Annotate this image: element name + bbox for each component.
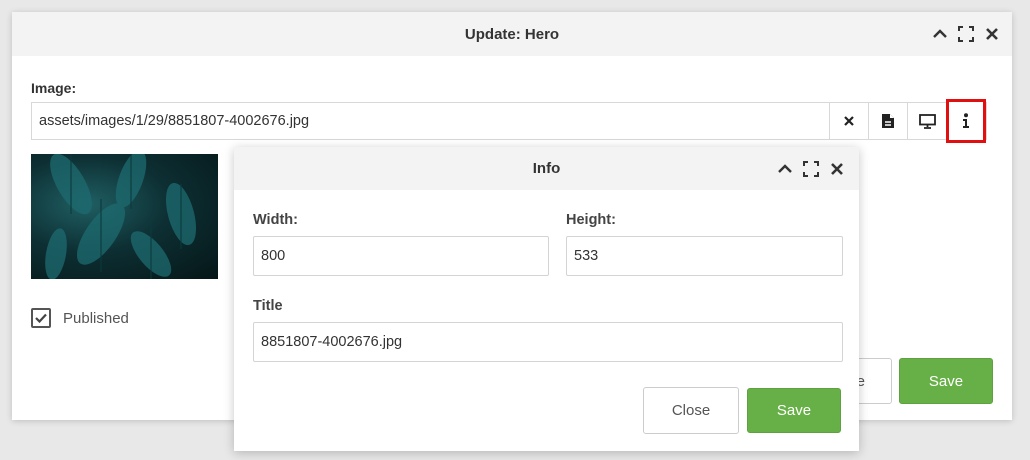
info-button[interactable] [946, 99, 986, 143]
info-save-button-label: Save [776, 402, 812, 419]
close-icon[interactable] [982, 24, 1002, 44]
info-close-button[interactable]: Close [643, 387, 739, 434]
info-icon [963, 113, 969, 128]
clear-image-button[interactable] [829, 103, 868, 139]
height-label: Height: [566, 212, 616, 228]
info-dialog-titlebar: Info [234, 147, 859, 190]
chevron-up-icon[interactable] [930, 24, 950, 44]
save-button[interactable]: Save [899, 358, 993, 404]
info-dialog: Info Width: Height: Title Close Save [234, 147, 859, 451]
width-label: Width: [253, 212, 298, 228]
window-controls [930, 12, 1002, 56]
close-icon[interactable] [827, 159, 847, 179]
published-label: Published [63, 309, 129, 327]
published-toggle[interactable]: Published [31, 308, 129, 328]
width-input[interactable] [253, 236, 549, 276]
image-label: Image: [31, 80, 77, 96]
published-checkbox[interactable] [31, 308, 51, 328]
checkmark-icon [35, 313, 47, 323]
image-path-group [31, 99, 987, 143]
maximize-icon[interactable] [801, 159, 821, 179]
file-icon [882, 114, 894, 128]
info-close-button-label: Close [671, 402, 711, 419]
title-input[interactable] [253, 322, 843, 362]
maximize-icon[interactable] [956, 24, 976, 44]
save-button-label: Save [928, 372, 964, 390]
title-label: Title [253, 298, 283, 314]
update-dialog-titlebar: Update: Hero [12, 12, 1012, 56]
image-path-input[interactable] [32, 103, 829, 139]
dialog-title: Update: Hero [464, 25, 560, 43]
monitor-icon [918, 113, 936, 129]
info-dialog-title: Info [532, 160, 561, 177]
image-preview [31, 154, 218, 279]
browse-file-button[interactable] [868, 103, 907, 139]
info-window-controls [775, 147, 847, 190]
info-save-button[interactable]: Save [747, 388, 841, 433]
chevron-up-icon[interactable] [775, 159, 795, 179]
preview-button[interactable] [907, 103, 946, 139]
clear-icon [844, 116, 854, 126]
height-input[interactable] [566, 236, 843, 276]
